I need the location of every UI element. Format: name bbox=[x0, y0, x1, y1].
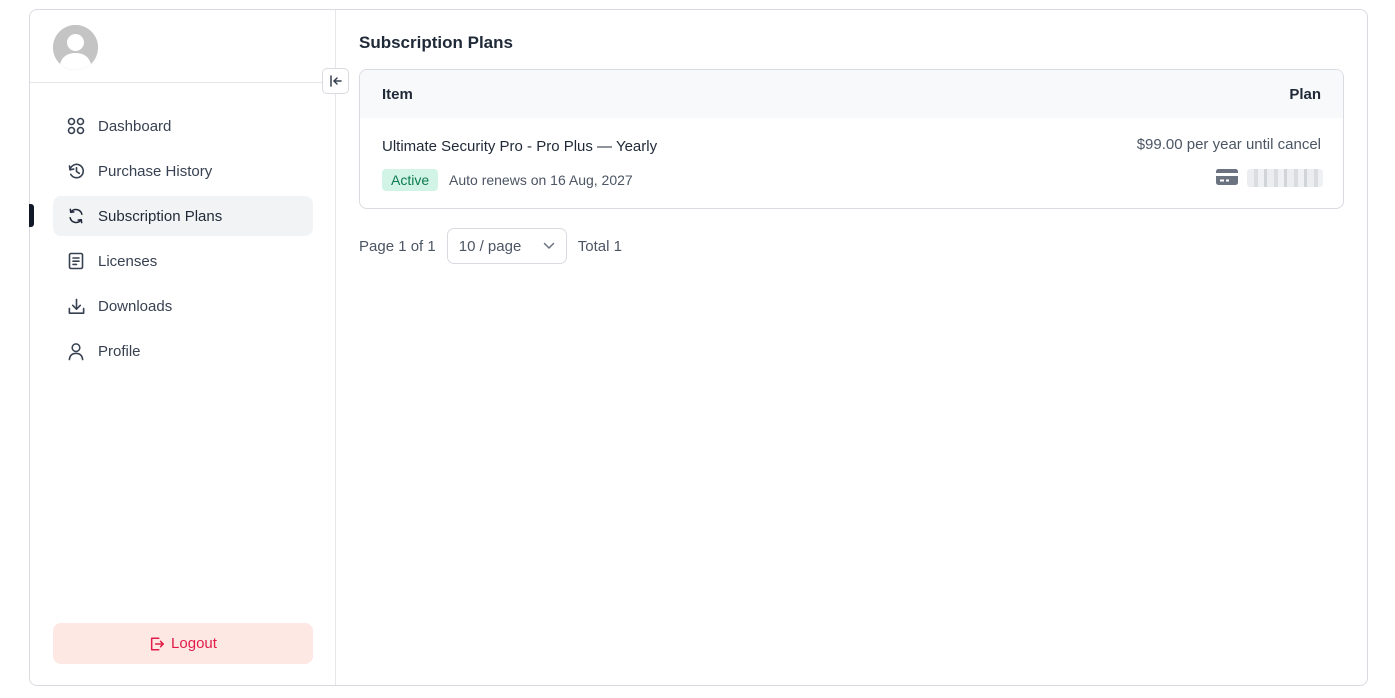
page-title: Subscription Plans bbox=[359, 33, 513, 52]
logout-icon bbox=[149, 636, 165, 652]
total-count: Total 1 bbox=[577, 237, 622, 255]
active-nav-indicator bbox=[29, 204, 34, 227]
logout-button[interactable]: Logout bbox=[53, 623, 313, 664]
sidebar-item-label: Downloads bbox=[98, 297, 173, 315]
dashboard-icon bbox=[66, 116, 86, 136]
sidebar-item-licenses[interactable]: Licenses bbox=[53, 241, 313, 281]
refresh-icon bbox=[66, 206, 86, 226]
sidebar-item-subscription-plans[interactable]: Subscription Plans bbox=[53, 196, 313, 236]
pagination: Page 1 of 1 10 / page Total 1 bbox=[359, 228, 622, 264]
user-icon bbox=[66, 341, 86, 361]
table-header: Item Plan bbox=[360, 70, 1343, 118]
sidebar-item-downloads[interactable]: Downloads bbox=[53, 286, 313, 326]
collapse-left-icon bbox=[329, 74, 343, 88]
column-header-plan: Plan bbox=[1289, 85, 1321, 103]
plan-price: $99.00 per year until cancel bbox=[1136, 136, 1321, 153]
sidebar-item-label: Profile bbox=[98, 342, 141, 360]
collapse-sidebar-button[interactable] bbox=[322, 68, 349, 94]
sidebar-item-purchase-history[interactable]: Purchase History bbox=[53, 151, 313, 191]
sidebar-item-dashboard[interactable]: Dashboard bbox=[53, 106, 313, 146]
sidebar-item-label: Licenses bbox=[98, 252, 158, 270]
page-size-value: 10 / page bbox=[458, 237, 522, 255]
item-name: Ultimate Security Pro - Pro Plus — Yearl… bbox=[382, 138, 658, 155]
masked-card-number bbox=[1247, 169, 1323, 187]
sidebar-header bbox=[30, 10, 335, 83]
main-content: Subscription Plans Item Plan Ultimate Se… bbox=[337, 10, 1367, 685]
sidebar: Dashboard Purchase History Subscription … bbox=[29, 10, 336, 685]
renewal-text: Auto renews on 16 Aug, 2027 bbox=[449, 172, 633, 188]
document-icon bbox=[66, 251, 86, 271]
sidebar-nav: Dashboard Purchase History Subscription … bbox=[53, 106, 313, 376]
sidebar-item-label: Dashboard bbox=[98, 117, 172, 135]
column-header-item: Item bbox=[382, 85, 413, 103]
page-size-select[interactable]: 10 / page bbox=[446, 228, 567, 264]
account-panel: Dashboard Purchase History Subscription … bbox=[29, 9, 1368, 686]
table-row: Ultimate Security Pro - Pro Plus — Yearl… bbox=[360, 118, 1343, 208]
status-badge: Active bbox=[382, 169, 439, 191]
user-avatar-icon bbox=[53, 25, 98, 70]
sidebar-item-label: Subscription Plans bbox=[98, 207, 223, 225]
subscriptions-table: Item Plan Ultimate Security Pro - Pro Pl… bbox=[359, 69, 1344, 209]
download-icon bbox=[66, 296, 86, 316]
credit-card-icon bbox=[1215, 167, 1239, 187]
page-indicator: Page 1 of 1 bbox=[359, 237, 436, 255]
avatar[interactable] bbox=[53, 25, 98, 70]
sidebar-item-label: Purchase History bbox=[98, 162, 213, 180]
sidebar-item-profile[interactable]: Profile bbox=[53, 331, 313, 371]
chevron-down-icon bbox=[543, 242, 555, 250]
logout-label: Logout bbox=[171, 635, 217, 652]
history-icon bbox=[66, 161, 86, 181]
